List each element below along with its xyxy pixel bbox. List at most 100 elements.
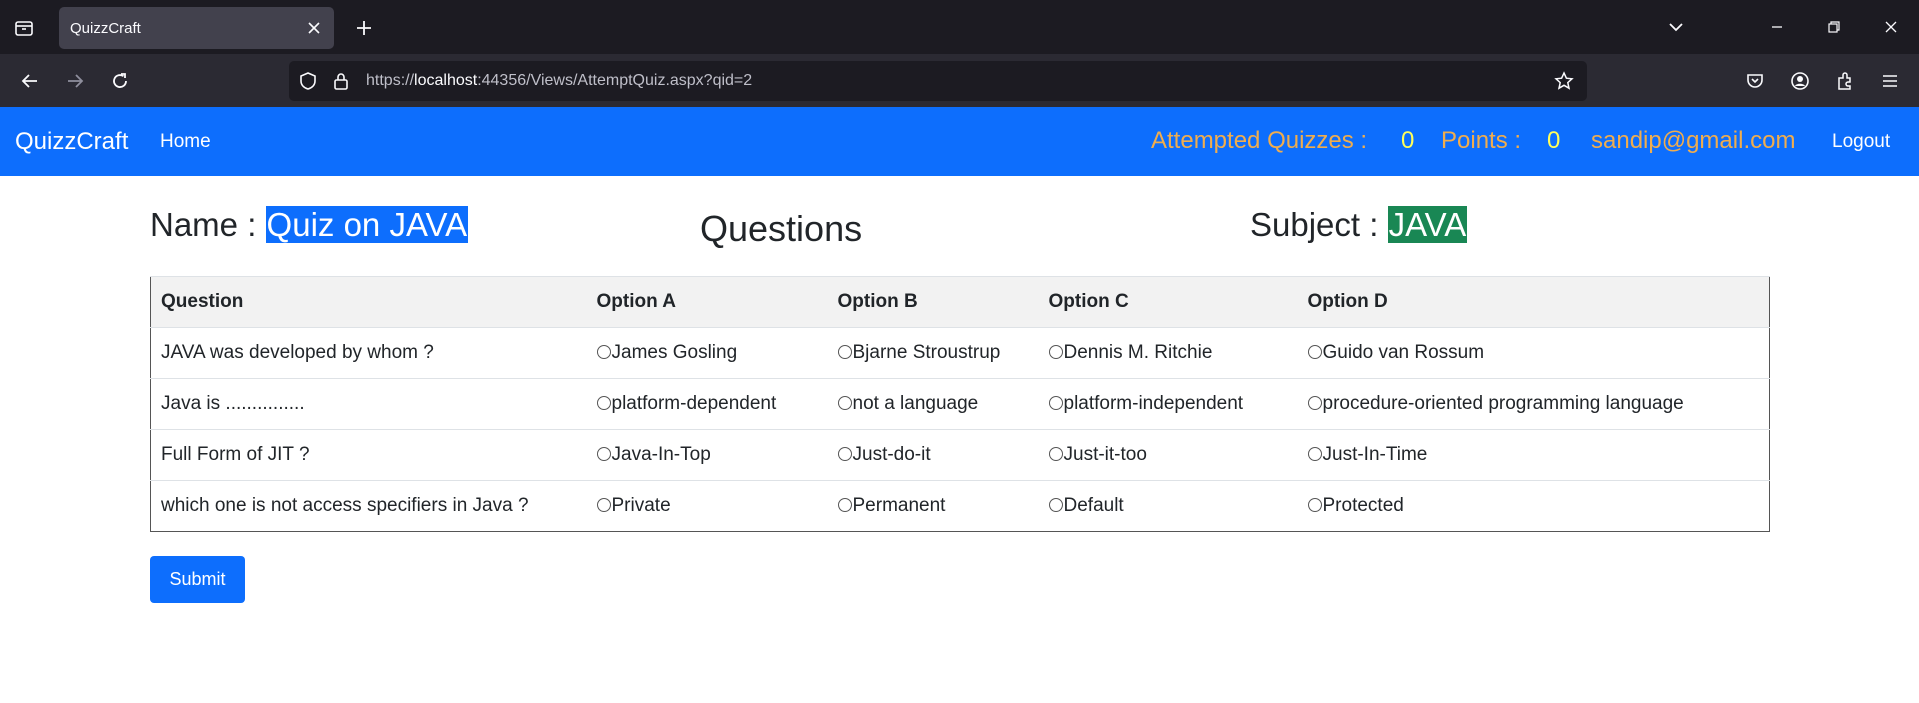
app-navbar: QuizzCraft Home Attempted Quizzes : 0 Po…: [0, 107, 1919, 176]
radio-button[interactable]: [1307, 447, 1322, 461]
option-label: Just-In-Time: [1322, 444, 1428, 465]
chevron-down-icon[interactable]: [1661, 12, 1691, 42]
option-a[interactable]: Private: [586, 480, 828, 532]
option-label: Private: [611, 495, 671, 516]
radio-button[interactable]: [1048, 396, 1063, 410]
questions-table: Question Option A Option B Option C Opti…: [150, 276, 1770, 532]
column-header-option-c: Option C: [1038, 276, 1298, 328]
url-text[interactable]: https://localhost:44356/Views/AttemptQui…: [366, 72, 752, 90]
radio-button[interactable]: [1048, 345, 1063, 359]
option-label: Just-do-it: [852, 444, 931, 465]
radio-button[interactable]: [1307, 345, 1322, 359]
option-a[interactable]: James Gosling: [586, 327, 828, 379]
brand-link[interactable]: QuizzCraft: [15, 128, 128, 156]
radio-button[interactable]: [837, 396, 852, 410]
table-row: which one is not access specifiers in Ja…: [150, 480, 1770, 532]
option-label: Just-it-too: [1063, 444, 1147, 465]
back-icon[interactable]: [15, 66, 45, 96]
points-value: 0: [1547, 127, 1561, 154]
radio-button[interactable]: [1048, 447, 1063, 461]
radio-button[interactable]: [596, 498, 611, 512]
option-label: Dennis M. Ritchie: [1063, 342, 1213, 363]
option-c[interactable]: Just-it-too: [1038, 429, 1298, 481]
forward-icon[interactable]: [60, 66, 90, 96]
user-email: sandip@gmail.com: [1591, 127, 1796, 154]
quiz-name-value: Quiz on JAVA: [265, 206, 469, 243]
url-host: localhost: [414, 72, 478, 89]
close-window-icon[interactable]: [1876, 12, 1906, 42]
tab-list-icon[interactable]: [10, 14, 38, 42]
radio-button[interactable]: [596, 447, 611, 461]
table-row: JAVA was developed by whom ? James Gosli…: [150, 327, 1770, 379]
radio-button[interactable]: [1307, 396, 1322, 410]
reload-icon[interactable]: [105, 66, 135, 96]
option-d[interactable]: Just-In-Time: [1297, 429, 1770, 481]
extensions-icon[interactable]: [1830, 66, 1860, 96]
option-label: Guido van Rossum: [1322, 342, 1485, 363]
option-b[interactable]: Permanent: [827, 480, 1039, 532]
attempted-quizzes-label: Attempted Quizzes :: [1151, 127, 1368, 154]
shield-icon[interactable]: [296, 69, 320, 93]
radio-button[interactable]: [837, 447, 852, 461]
radio-button[interactable]: [837, 498, 852, 512]
radio-button[interactable]: [1307, 498, 1322, 512]
option-c[interactable]: platform-independent: [1038, 378, 1298, 430]
browser-tab[interactable]: QuizzCraft: [59, 7, 334, 49]
quiz-name: Name : Quiz on JAVA: [150, 206, 469, 244]
radio-button[interactable]: [1048, 498, 1063, 512]
subject-value: JAVA: [1387, 206, 1468, 243]
minimize-icon[interactable]: [1762, 12, 1792, 42]
new-tab-icon[interactable]: [349, 13, 379, 43]
option-label: Bjarne Stroustrup: [852, 342, 1001, 363]
option-d[interactable]: Protected: [1297, 480, 1770, 532]
option-label: platform-dependent: [611, 393, 777, 414]
nav-home-link[interactable]: Home: [160, 131, 211, 153]
close-tab-icon[interactable]: [302, 16, 326, 40]
radio-button[interactable]: [837, 345, 852, 359]
option-label: procedure-oriented programming language: [1322, 393, 1684, 414]
quiz-subject: Subject : JAVA: [1250, 206, 1468, 244]
table-row: Full Form of JIT ? Java-In-Top Just-do-i…: [150, 429, 1770, 481]
option-label: James Gosling: [611, 342, 738, 363]
tab-title: QuizzCraft: [70, 20, 141, 37]
column-header-question: Question: [150, 276, 587, 328]
pocket-icon[interactable]: [1740, 66, 1770, 96]
option-b[interactable]: not a language: [827, 378, 1039, 430]
option-c[interactable]: Dennis M. Ritchie: [1038, 327, 1298, 379]
column-header-option-a: Option A: [586, 276, 828, 328]
option-d[interactable]: Guido van Rossum: [1297, 327, 1770, 379]
option-label: not a language: [852, 393, 979, 414]
column-header-option-d: Option D: [1297, 276, 1770, 328]
question-text: Java is ...............: [150, 378, 587, 430]
column-header-option-b: Option B: [827, 276, 1039, 328]
option-label: Java-In-Top: [611, 444, 711, 465]
option-b[interactable]: Just-do-it: [827, 429, 1039, 481]
restore-icon[interactable]: [1819, 12, 1849, 42]
account-icon[interactable]: [1785, 66, 1815, 96]
radio-button[interactable]: [596, 396, 611, 410]
browser-tab-bar: QuizzCraft: [0, 0, 1919, 54]
option-b[interactable]: Bjarne Stroustrup: [827, 327, 1039, 379]
star-icon[interactable]: [1552, 69, 1576, 93]
option-label: Default: [1063, 495, 1124, 516]
subject-label: Subject :: [1250, 206, 1379, 243]
submit-button[interactable]: Submit: [150, 556, 245, 603]
name-label: Name :: [150, 206, 257, 243]
logout-link[interactable]: Logout: [1832, 131, 1890, 153]
table-header-row: Question Option A Option B Option C Opti…: [150, 276, 1770, 328]
option-a[interactable]: Java-In-Top: [586, 429, 828, 481]
question-text: JAVA was developed by whom ?: [150, 327, 587, 379]
radio-button[interactable]: [596, 345, 611, 359]
question-text: Full Form of JIT ?: [150, 429, 587, 481]
url-prefix: https://: [366, 72, 415, 89]
page-title: Questions: [700, 208, 863, 249]
attempted-quizzes-value: 0: [1401, 127, 1415, 154]
option-d[interactable]: procedure-oriented programming language: [1297, 378, 1770, 430]
url-bar[interactable]: https://localhost:44356/Views/AttemptQui…: [289, 61, 1587, 101]
lock-icon[interactable]: [329, 69, 353, 93]
menu-icon[interactable]: [1875, 66, 1905, 96]
option-a[interactable]: platform-dependent: [586, 378, 828, 430]
table-row: Java is ............... platform-depende…: [150, 378, 1770, 430]
option-c[interactable]: Default: [1038, 480, 1298, 532]
option-label: platform-independent: [1063, 393, 1244, 414]
